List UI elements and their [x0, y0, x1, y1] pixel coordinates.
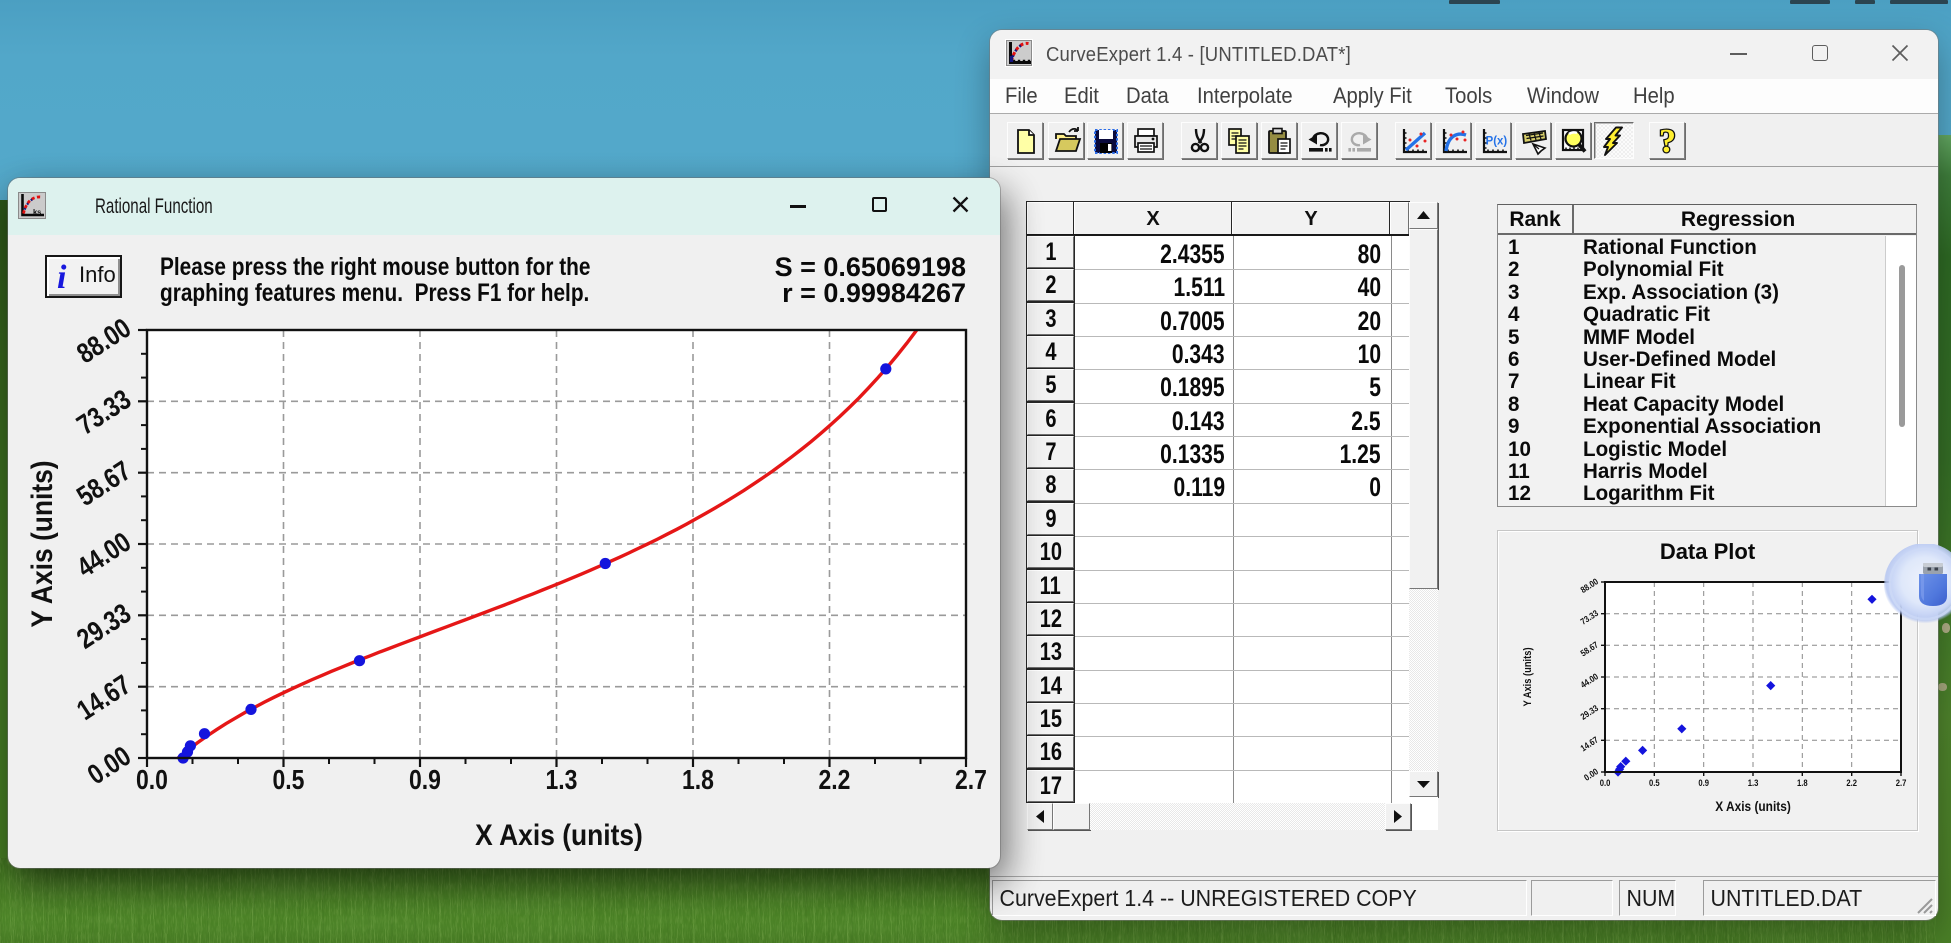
svg-text:0.0: 0.0: [136, 765, 168, 796]
svg-text:X Axis (units): X Axis (units): [1715, 798, 1791, 814]
svg-text:P(x): P(x): [1486, 134, 1508, 147]
svg-text:73.33: 73.33: [72, 384, 137, 441]
svg-text:1.3: 1.3: [1748, 777, 1759, 788]
svg-text:?: ?: [1659, 126, 1676, 157]
svg-text:73.33: 73.33: [1578, 607, 1600, 627]
svg-text:2.2: 2.2: [819, 765, 851, 796]
svg-text:29.33: 29.33: [72, 598, 137, 655]
svg-text:2.7: 2.7: [955, 765, 987, 796]
svg-text:X Axis (units): X Axis (units): [475, 817, 643, 851]
svg-text:ks: ks: [33, 208, 41, 217]
svg-text:88.00: 88.00: [1578, 576, 1600, 596]
svg-text:58.67: 58.67: [72, 456, 137, 513]
svg-text:1.8: 1.8: [682, 765, 714, 796]
svg-text:0.9: 0.9: [409, 765, 441, 796]
svg-text:44.00: 44.00: [72, 527, 137, 584]
svg-text:Y Axis (units): Y Axis (units): [1522, 647, 1534, 706]
svg-text:0.5: 0.5: [1649, 777, 1660, 788]
svg-text:44.00: 44.00: [1578, 671, 1600, 691]
svg-text:2.7: 2.7: [1896, 777, 1907, 788]
svg-text:1.8: 1.8: [1797, 777, 1808, 788]
svg-text:88.00: 88.00: [72, 313, 137, 370]
svg-text:0.00: 0.00: [1582, 766, 1601, 783]
svg-text:29.33: 29.33: [1578, 702, 1600, 722]
svg-text:0.0: 0.0: [1600, 777, 1611, 788]
svg-text:14.67: 14.67: [1578, 734, 1600, 754]
svg-text:2.2: 2.2: [1846, 777, 1857, 788]
svg-text:58.67: 58.67: [1578, 639, 1600, 659]
svg-text:14.67: 14.67: [72, 670, 137, 727]
svg-text:Y Axis (units): Y Axis (units): [24, 460, 58, 627]
svg-text:0.00: 0.00: [82, 741, 136, 791]
svg-text:1.3: 1.3: [546, 765, 578, 796]
svg-text:0.5: 0.5: [273, 765, 305, 796]
svg-text:0.9: 0.9: [1698, 777, 1709, 788]
